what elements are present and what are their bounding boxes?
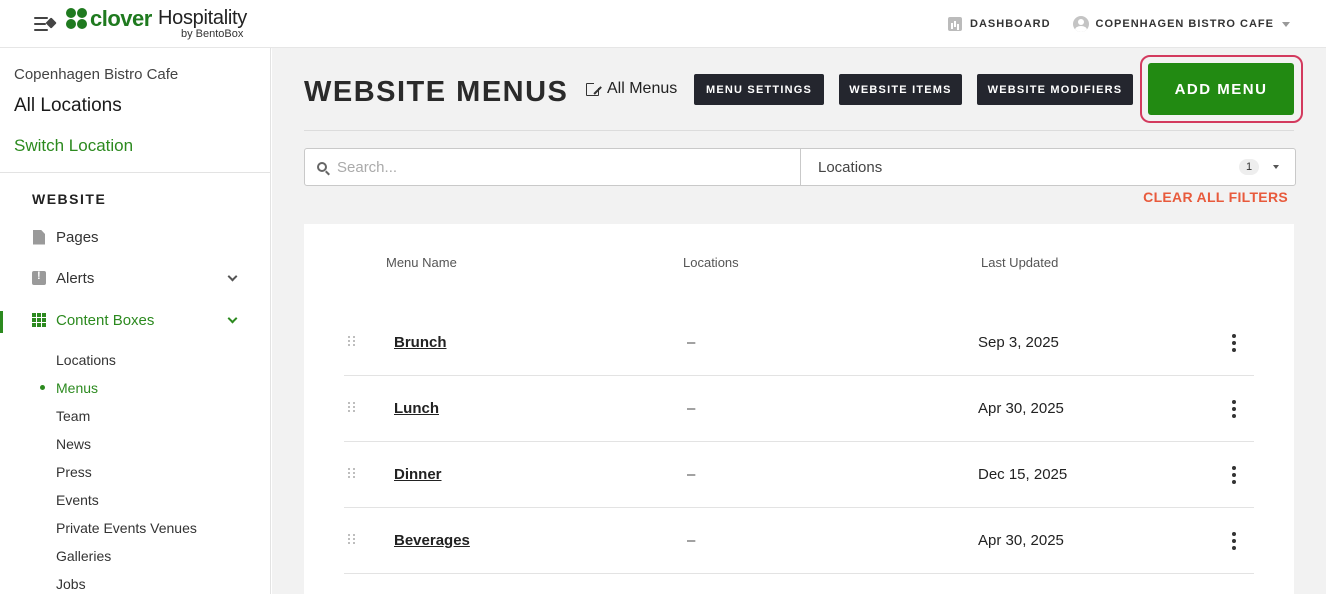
logo-brand: clover [90, 6, 152, 31]
sidebar-item-alerts[interactable]: Alerts [32, 267, 252, 289]
dashboard-icon [948, 17, 963, 31]
sidebar-item-pages[interactable]: Pages [32, 226, 252, 248]
column-header-menu-name[interactable]: Menu Name [386, 255, 457, 270]
locations-count-badge: 1 [1239, 159, 1259, 175]
logo-product: Hospitality [158, 7, 247, 29]
sidebar-section-title: WEBSITE [32, 191, 107, 207]
search-icon [317, 162, 327, 172]
top-right-nav: DASHBOARD COPENHAGEN BISTRO CAFE [948, 14, 1290, 34]
sidebar-sub-menus[interactable]: Menus [56, 380, 98, 396]
menu-name-link[interactable]: Lunch [394, 400, 439, 417]
menus-table: Menu Name Locations Last Updated Brunch … [304, 224, 1294, 594]
business-name: Copenhagen Bistro Cafe [14, 66, 179, 83]
table-row: Lunch – Apr 30, 2025 [344, 376, 1254, 442]
all-menus-label: All Menus [607, 80, 678, 97]
add-menu-button[interactable]: ADD MENU [1148, 63, 1294, 115]
all-menus-link[interactable]: All Menus [586, 80, 677, 98]
main-content: WEBSITE MENUS All Menus MENU SETTINGS WE… [272, 48, 1326, 594]
drag-handle-icon[interactable] [348, 336, 356, 348]
menu-last-updated: Apr 30, 2025 [978, 400, 1064, 417]
user-icon [1072, 16, 1089, 32]
dashboard-label: DASHBOARD [970, 18, 1051, 30]
location-selector[interactable]: COPENHAGEN BISTRO CAFE [1072, 16, 1290, 32]
more-options-icon[interactable] [1228, 466, 1240, 484]
chevron-down-icon[interactable] [227, 313, 238, 324]
alert-icon [32, 270, 46, 285]
search-box [305, 149, 801, 185]
clover-logo-icon [66, 8, 88, 30]
table-row: Dinner – Dec 15, 2025 [344, 442, 1254, 508]
table-row: Brunch – Sep 3, 2025 [344, 310, 1254, 376]
search-input[interactable] [337, 158, 777, 176]
top-bar: clover Hospitality by BentoBox DASHBOARD… [0, 0, 1326, 48]
active-indicator [0, 311, 3, 333]
sidebar-sub-news[interactable]: News [56, 436, 91, 452]
menu-settings-button[interactable]: MENU SETTINGS [694, 74, 824, 105]
page-icon [33, 229, 45, 245]
sidebar: Copenhagen Bistro Cafe All Locations Swi… [0, 48, 271, 594]
sidebar-sub-jobs[interactable]: Jobs [56, 576, 86, 592]
menu-name-link[interactable]: Beverages [394, 532, 470, 549]
all-locations-label: All Locations [14, 95, 122, 116]
sidebar-item-content-boxes[interactable]: Content Boxes [32, 309, 252, 331]
menu-locations: – [687, 532, 696, 549]
active-bullet [40, 385, 45, 390]
menu-name-link[interactable]: Brunch [394, 334, 447, 351]
logo-subtitle: by BentoBox [181, 28, 244, 40]
locations-filter-label: Locations [818, 158, 883, 176]
sidebar-sub-locations[interactable]: Locations [56, 352, 116, 368]
caret-down-icon [1273, 165, 1279, 169]
website-items-button[interactable]: WEBSITE ITEMS [839, 74, 962, 105]
chevron-down-icon[interactable] [227, 271, 238, 282]
table-row: Beverages – Apr 30, 2025 [344, 508, 1254, 574]
menu-last-updated: Apr 30, 2025 [978, 532, 1064, 549]
external-link-icon [586, 80, 601, 96]
caret-down-icon [1282, 21, 1290, 27]
column-header-locations[interactable]: Locations [683, 255, 739, 270]
drag-handle-icon[interactable] [348, 468, 356, 480]
column-header-last-updated[interactable]: Last Updated [981, 255, 1058, 270]
header-divider [304, 130, 1294, 131]
drag-handle-icon[interactable] [348, 534, 356, 546]
sidebar-item-label: Alerts [56, 269, 95, 287]
drag-handle-icon[interactable] [348, 402, 356, 414]
sidebar-item-label: Pages [56, 228, 99, 246]
sidebar-item-label: Content Boxes [56, 311, 155, 329]
sidebar-sub-galleries[interactable]: Galleries [56, 548, 111, 564]
switch-location-link[interactable]: Switch Location [14, 136, 133, 156]
sidebar-divider [0, 172, 270, 173]
menu-last-updated: Dec 15, 2025 [978, 466, 1068, 483]
page-title: WEBSITE MENUS [304, 76, 569, 108]
sidebar-sub-events[interactable]: Events [56, 492, 99, 508]
more-options-icon[interactable] [1228, 532, 1240, 550]
menu-locations: – [687, 466, 696, 483]
sidebar-sub-private-events-venues[interactable]: Private Events Venues [56, 520, 197, 536]
more-options-icon[interactable] [1228, 334, 1240, 352]
dashboard-link[interactable]: DASHBOARD [948, 17, 1051, 31]
menu-locations: – [687, 400, 696, 417]
website-modifiers-button[interactable]: WEBSITE MODIFIERS [977, 74, 1133, 105]
locations-filter[interactable]: Locations 1 [802, 149, 1295, 185]
filter-bar: Locations 1 [304, 148, 1296, 186]
menu-last-updated: Sep 3, 2025 [978, 334, 1059, 351]
more-options-icon[interactable] [1228, 400, 1240, 418]
sidebar-sub-press[interactable]: Press [56, 464, 92, 480]
menu-collapse-icon[interactable] [34, 16, 57, 32]
grid-icon [32, 313, 46, 327]
sidebar-sub-team[interactable]: Team [56, 408, 90, 424]
clover-hospitality-logo[interactable]: clover Hospitality by BentoBox [66, 6, 256, 42]
menu-locations: – [687, 334, 696, 351]
location-selector-label: COPENHAGEN BISTRO CAFE [1095, 18, 1274, 30]
clear-all-filters-link[interactable]: CLEAR ALL FILTERS [1143, 189, 1288, 205]
menu-name-link[interactable]: Dinner [394, 466, 442, 483]
